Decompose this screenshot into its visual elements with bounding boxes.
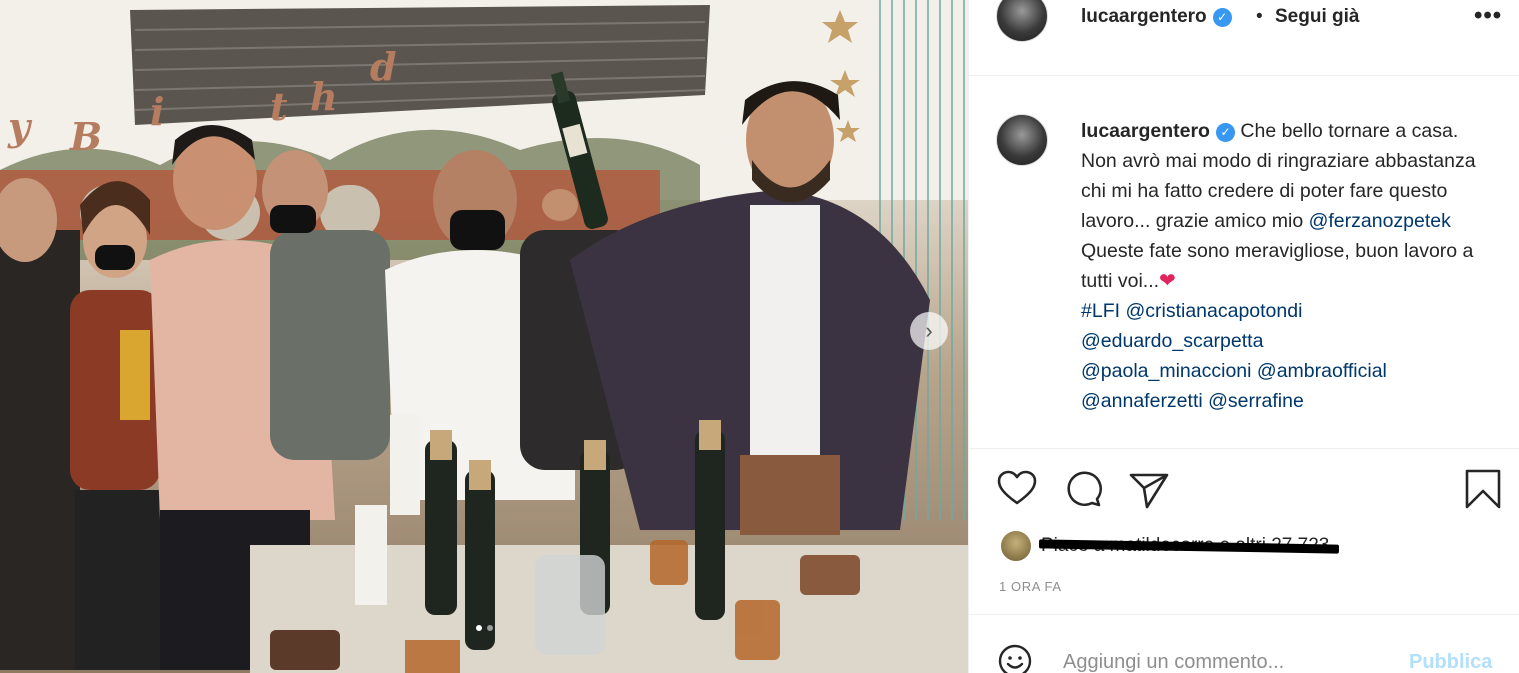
- liker-avatar: [999, 529, 1033, 563]
- mention-link[interactable]: @cristianacapotondi: [1125, 300, 1302, 322]
- likes-text[interactable]: Piace a matildecorre e altri 27.723: [1038, 535, 1340, 557]
- follow-button[interactable]: Segui già: [1275, 6, 1359, 28]
- heart-emoji-icon: ❤: [1159, 270, 1176, 292]
- post-header: lucaargentero ✓ • Segui già •••: [969, 0, 1519, 76]
- publish-button[interactable]: Pubblica: [1409, 651, 1492, 673]
- caption-text: lucaargentero ✓ Che bello tornare a casa.…: [1081, 116, 1481, 416]
- post-actions: Piace a matildecorre e altri 27.723 1 OR…: [969, 448, 1519, 608]
- author-username[interactable]: lucaargentero ✓: [1081, 6, 1232, 28]
- header-separator: •: [1256, 6, 1263, 27]
- carousel-dot-active: [475, 625, 482, 631]
- caption-body-2: Queste fate sono meravigliose, buon lavo…: [1081, 240, 1474, 292]
- svg-text:t: t: [270, 84, 288, 129]
- svg-text:h: h: [310, 74, 338, 119]
- like-button[interactable]: [995, 467, 1039, 511]
- comment-icon: [1067, 471, 1102, 507]
- carousel-dot: [486, 625, 493, 631]
- next-photo-button[interactable]: ›: [910, 312, 948, 350]
- likes-summary[interactable]: Piace a matildecorre e altri 27.723: [999, 529, 1340, 563]
- svg-text:i: i: [150, 89, 164, 134]
- post-side-panel: lucaargentero ✓ • Segui già ••• lucaargen…: [968, 0, 1519, 673]
- bookmark-icon: [1465, 469, 1501, 509]
- share-button[interactable]: [1127, 467, 1171, 511]
- mention-link[interactable]: @ferzanozpetek: [1309, 210, 1451, 232]
- emoji-icon[interactable]: [997, 643, 1033, 673]
- chevron-right-icon: ›: [925, 318, 933, 343]
- author-avatar[interactable]: [996, 0, 1048, 42]
- verified-badge-icon: ✓: [1215, 123, 1235, 142]
- more-options-icon[interactable]: •••: [1474, 2, 1502, 30]
- caption-username[interactable]: lucaargentero: [1081, 120, 1210, 142]
- post-timestamp[interactable]: 1 ORA FA: [999, 579, 1062, 594]
- svg-text:y: y: [7, 104, 33, 149]
- carousel-dots: [0, 625, 968, 631]
- heart-icon: [997, 470, 1037, 505]
- author-username-text[interactable]: lucaargentero: [1081, 6, 1207, 27]
- photo-scene: y Bi t hd: [0, 0, 968, 673]
- post-caption: lucaargentero ✓ Che bello tornare a casa.…: [969, 76, 1519, 448]
- verified-badge-icon: ✓: [1212, 8, 1232, 27]
- svg-text:d: d: [370, 44, 397, 89]
- mention-link[interactable]: @serrafine: [1208, 390, 1304, 412]
- caption-author-avatar[interactable]: [996, 114, 1048, 166]
- comment-input[interactable]: [1063, 651, 1363, 673]
- mention-link[interactable]: @annaferzetti: [1081, 390, 1203, 412]
- svg-text:B: B: [69, 114, 102, 159]
- send-icon: [1129, 473, 1169, 509]
- mention-link[interactable]: @ambraofficial: [1257, 360, 1387, 382]
- comment-button[interactable]: [1061, 467, 1105, 511]
- save-button[interactable]: [1461, 467, 1505, 511]
- post-photo[interactable]: yBi thd ›: [0, 0, 968, 673]
- hashtag-link[interactable]: #LFI: [1081, 300, 1120, 322]
- mention-link[interactable]: @paola_minaccioni: [1081, 360, 1251, 382]
- comment-box: Pubblica: [969, 614, 1519, 673]
- mention-link[interactable]: @eduardo_scarpetta: [1081, 330, 1263, 352]
